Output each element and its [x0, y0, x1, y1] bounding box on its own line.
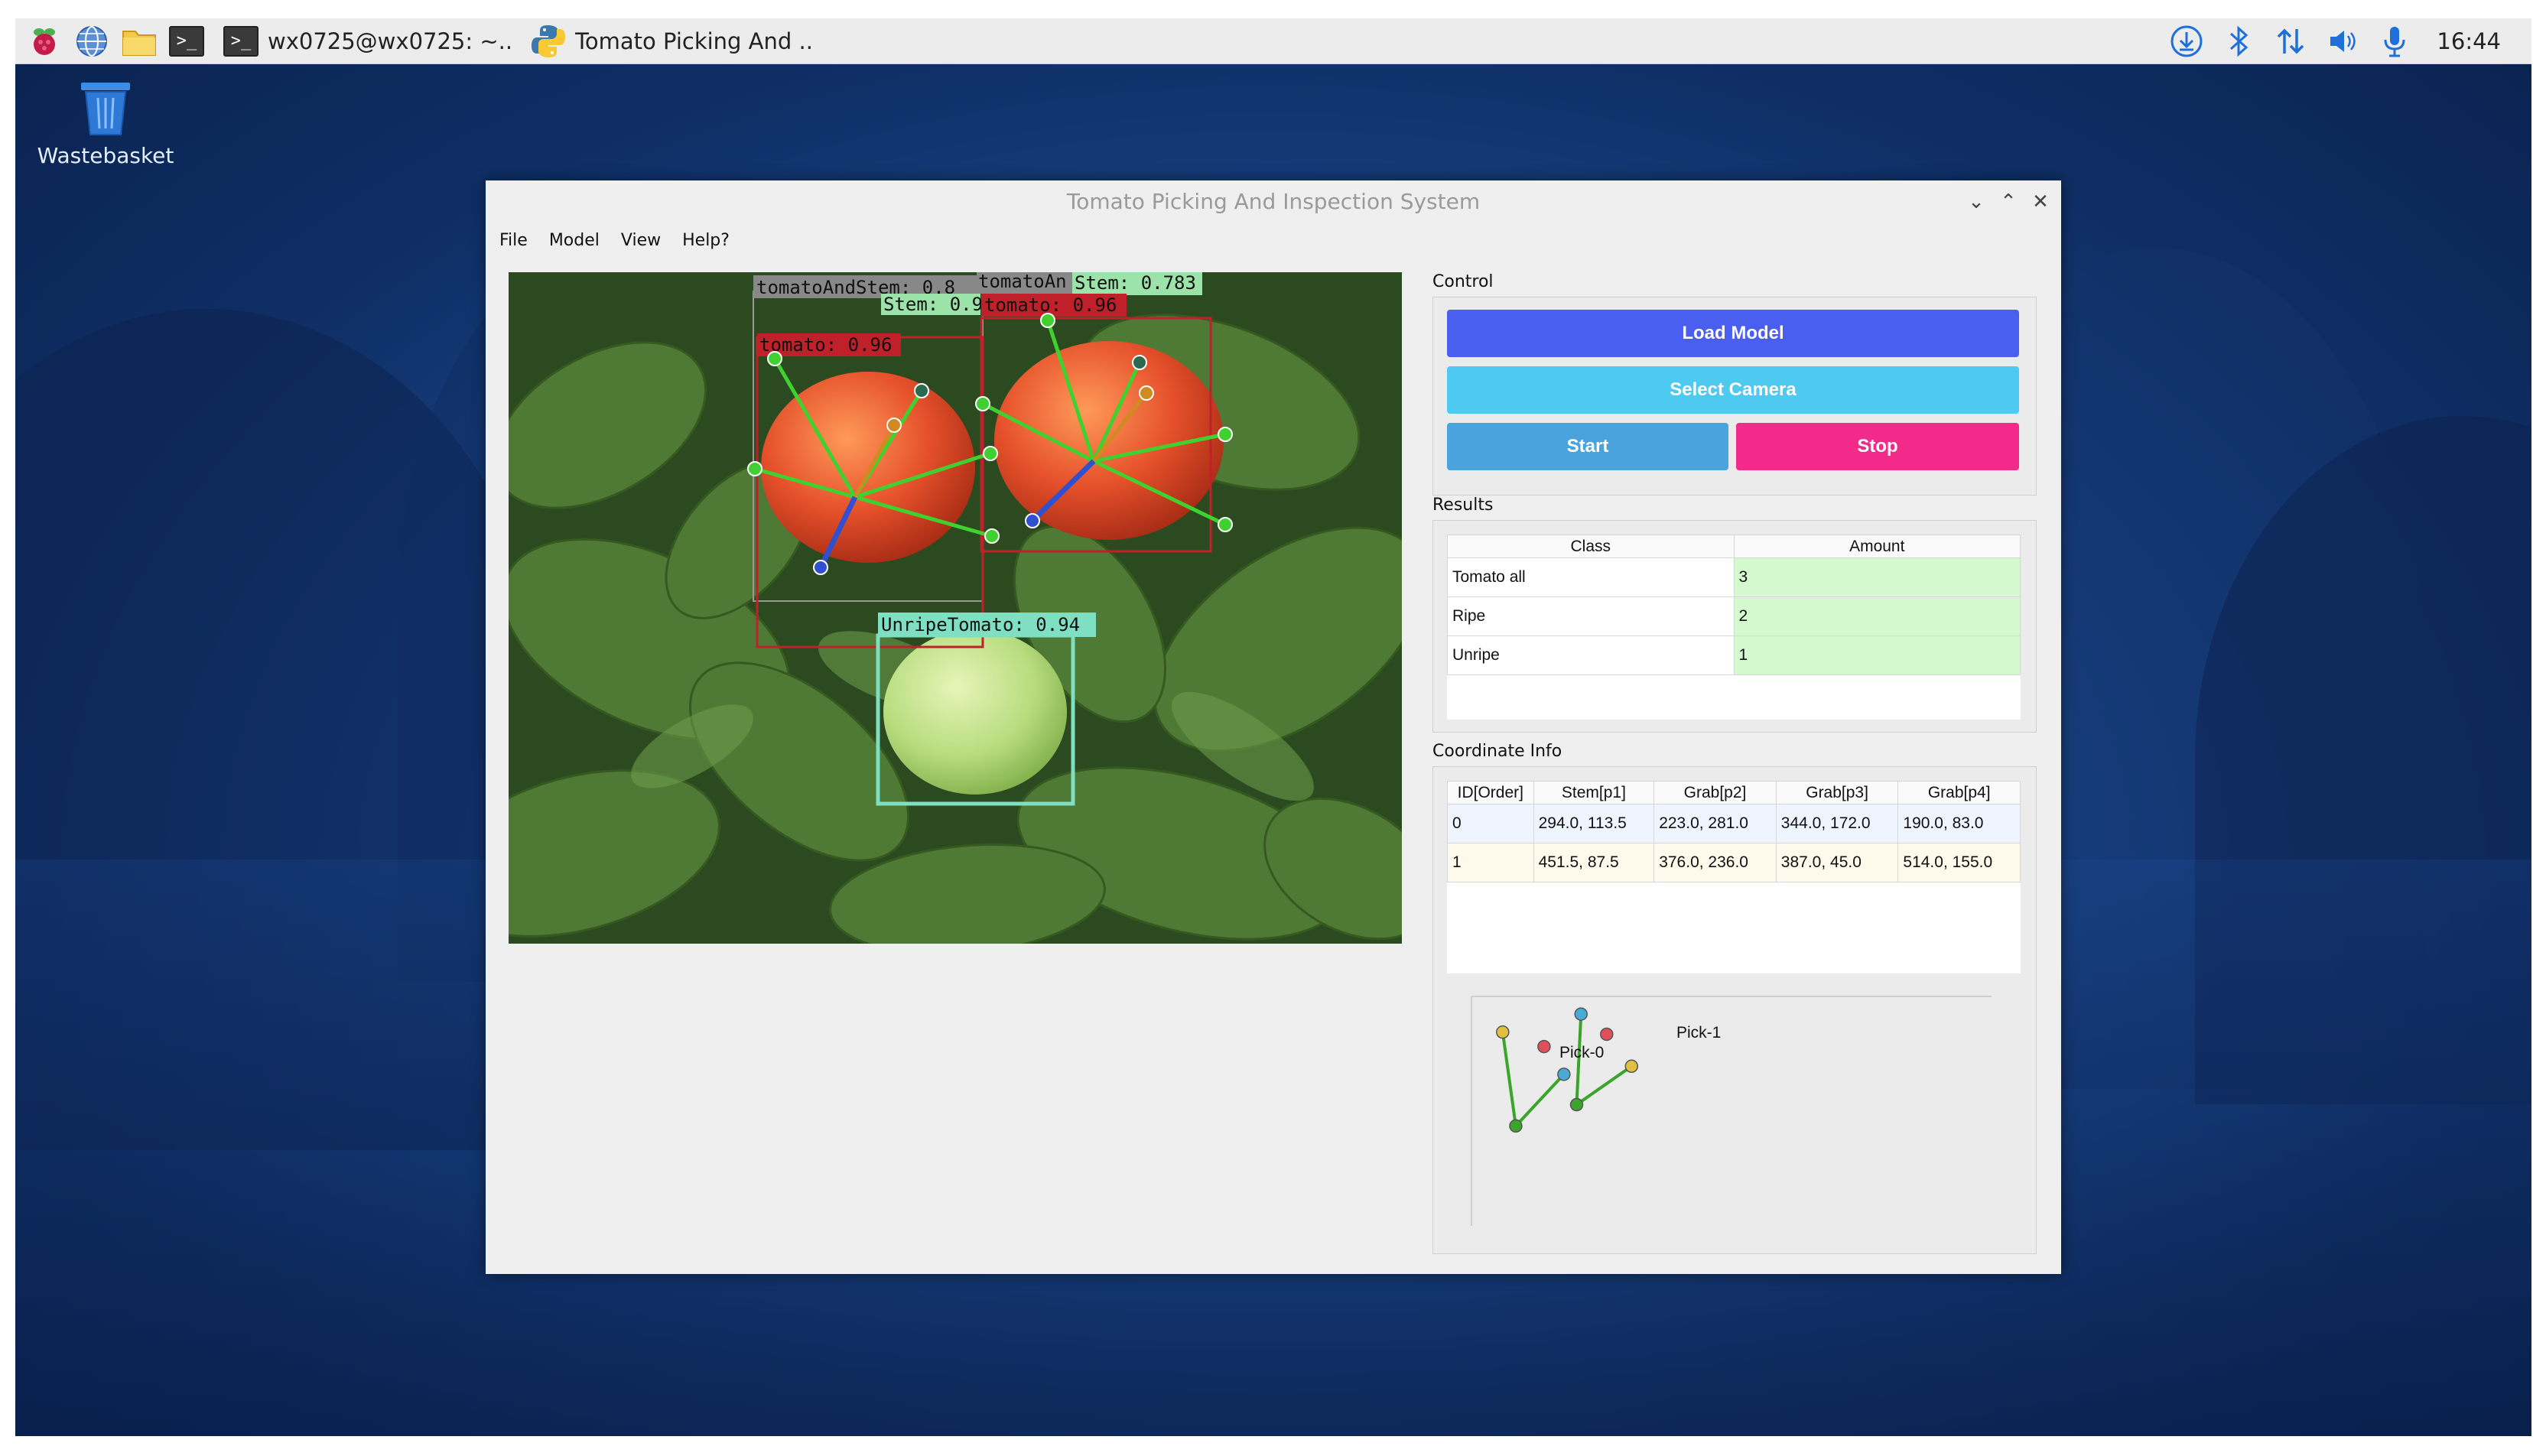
unripe-tomato	[883, 629, 1067, 795]
taskbar-app-task[interactable]: Tomato Picking And ..	[531, 24, 813, 59]
pick-point-0-p2	[1509, 1119, 1523, 1133]
load-model-button[interactable]: Load Model	[1447, 310, 2019, 357]
stop-button[interactable]: Stop	[1736, 423, 2019, 470]
coordinate-panel: ID[Order] Stem[p1] Grab[p2] Grab[p3] Gra…	[1432, 766, 2037, 1254]
desktop-background: >_ >_ wx0725@wx0725: ~.. Tomato Picking …	[15, 18, 2531, 1436]
coord-header-stem: Stem[p1]	[1533, 781, 1655, 804]
coord-cell: 376.0, 236.0	[1653, 843, 1777, 882]
coord-cell: 190.0, 83.0	[1897, 804, 2021, 843]
menubar: File Model View Help?	[486, 223, 2061, 257]
detection-label-5: tomato: 0.96	[984, 294, 1117, 316]
volume-icon[interactable]	[2325, 24, 2360, 59]
clock: 16:44	[2437, 28, 2501, 54]
download-icon[interactable]	[2169, 24, 2204, 59]
coord-cell: 0	[1447, 804, 1534, 843]
coord-cell: 451.5, 87.5	[1533, 843, 1655, 882]
python-icon	[532, 24, 566, 57]
menu-file[interactable]: File	[499, 231, 528, 250]
table-row[interactable]: 0 294.0, 113.5 223.0, 281.0 344.0, 172.0…	[1447, 804, 2021, 843]
coord-header-id: ID[Order]	[1447, 781, 1534, 804]
detection-label-2: tomato: 0.96	[759, 334, 892, 356]
results-panel: Class Amount Tomato all 3 Ripe 2 Unripe …	[1432, 520, 2037, 733]
control-group-label: Control	[1432, 272, 1494, 291]
pick-point-1-p3	[1574, 1007, 1588, 1021]
detection-label-3: tomatoAn	[978, 272, 1067, 292]
close-icon[interactable]: ✕	[2031, 180, 2050, 223]
menu-view[interactable]: View	[621, 231, 661, 250]
results-amount-cell: 2	[1733, 596, 2021, 636]
results-header-class: Class	[1447, 535, 1735, 558]
coord-cell: 223.0, 281.0	[1653, 804, 1777, 843]
results-table: Class Amount Tomato all 3 Ripe 2 Unripe …	[1447, 535, 2021, 720]
network-icon[interactable]	[2273, 24, 2308, 59]
coord-cell: 1	[1447, 843, 1534, 882]
wastebasket-desktop-icon[interactable]: Wastebasket	[29, 80, 182, 168]
terminal-task-label: wx0725@wx0725: ~..	[268, 28, 513, 54]
results-class-cell: Tomato all	[1447, 557, 1735, 597]
table-row[interactable]: Ripe 2	[1447, 596, 2021, 636]
pick-path-0	[1501, 1032, 1566, 1129]
terminal-icon[interactable]: >_	[168, 23, 205, 60]
results-class-cell: Unripe	[1447, 635, 1735, 675]
minimize-icon[interactable]: ⌄	[1966, 180, 1986, 223]
window-titlebar[interactable]: Tomato Picking And Inspection System ⌄ ⌃…	[486, 180, 2061, 223]
coord-cell: 294.0, 113.5	[1533, 804, 1655, 843]
maximize-icon[interactable]: ⌃	[1998, 180, 2018, 223]
results-amount-cell: 1	[1733, 635, 2021, 675]
terminal-task-icon: >_	[223, 25, 259, 57]
select-camera-button[interactable]: Select Camera	[1447, 366, 2019, 414]
coord-cell: 514.0, 155.0	[1897, 843, 2021, 882]
detection-label-1: Stem: 0.9	[883, 294, 983, 315]
pick-point-0-p1	[1537, 1039, 1551, 1054]
pick-label-1: Pick-1	[1676, 1024, 1721, 1042]
coord-header-grab4: Grab[p4]	[1897, 781, 2021, 804]
camera-view: tomatoAndStem: 0.8 Stem: 0.9 tomato: 0.9…	[509, 272, 1402, 944]
table-row[interactable]: Unripe 1	[1447, 635, 2021, 675]
menu-help[interactable]: Help?	[682, 231, 730, 250]
detection-label-4: Stem: 0.783	[1075, 272, 1196, 294]
results-group-label: Results	[1432, 496, 1494, 515]
control-panel: Load Model Select Camera Start Stop	[1432, 297, 2037, 496]
coord-header-grab3: Grab[p3]	[1775, 781, 1899, 804]
coord-header-grab2: Grab[p2]	[1653, 781, 1777, 804]
coordinate-group-label: Coordinate Info	[1432, 742, 1562, 761]
system-tray: 16:44	[2169, 18, 2501, 64]
trash-icon	[81, 83, 130, 135]
pick-point-0-p3	[1557, 1068, 1571, 1081]
coordinate-table: ID[Order] Stem[p1] Grab[p2] Grab[p3] Gra…	[1447, 781, 2021, 973]
pick-plot: Pick-0 Pick-1	[1471, 996, 1992, 1226]
raspberry-menu-icon[interactable]	[26, 23, 63, 60]
microphone-icon[interactable]	[2377, 24, 2412, 59]
pick-label-0: Pick-0	[1559, 1044, 1604, 1061]
start-button[interactable]: Start	[1447, 423, 1728, 470]
window-title: Tomato Picking And Inspection System	[1066, 189, 1481, 214]
coord-cell: 387.0, 45.0	[1775, 843, 1899, 882]
table-row[interactable]: Tomato all 3	[1447, 557, 2021, 597]
pick-point-0-p4	[1496, 1025, 1510, 1039]
results-header-amount: Amount	[1733, 535, 2021, 558]
coord-cell: 344.0, 172.0	[1775, 804, 1899, 843]
results-amount-cell: 3	[1733, 557, 2021, 597]
app-task-label: Tomato Picking And ..	[575, 28, 813, 54]
pick-point-1-p2	[1569, 1097, 1584, 1112]
pick-point-1-p1	[1600, 1027, 1614, 1042]
table-row[interactable]: 1 451.5, 87.5 376.0, 236.0 387.0, 45.0 5…	[1447, 843, 2021, 882]
taskbar-terminal-task[interactable]: >_ wx0725@wx0725: ~..	[223, 25, 513, 57]
web-browser-icon[interactable]	[73, 23, 110, 60]
file-manager-icon[interactable]	[121, 23, 158, 60]
pick-point-1-p4	[1624, 1059, 1639, 1074]
app-window: Tomato Picking And Inspection System ⌄ ⌃…	[486, 180, 2061, 1274]
results-class-cell: Ripe	[1447, 596, 1735, 636]
menu-model[interactable]: Model	[549, 231, 600, 250]
taskbar: >_ >_ wx0725@wx0725: ~.. Tomato Picking …	[15, 18, 2531, 64]
bluetooth-icon[interactable]	[2221, 24, 2256, 59]
detection-label-6: UnripeTomato: 0.94	[881, 614, 1080, 635]
wastebasket-label: Wastebasket	[37, 143, 174, 168]
